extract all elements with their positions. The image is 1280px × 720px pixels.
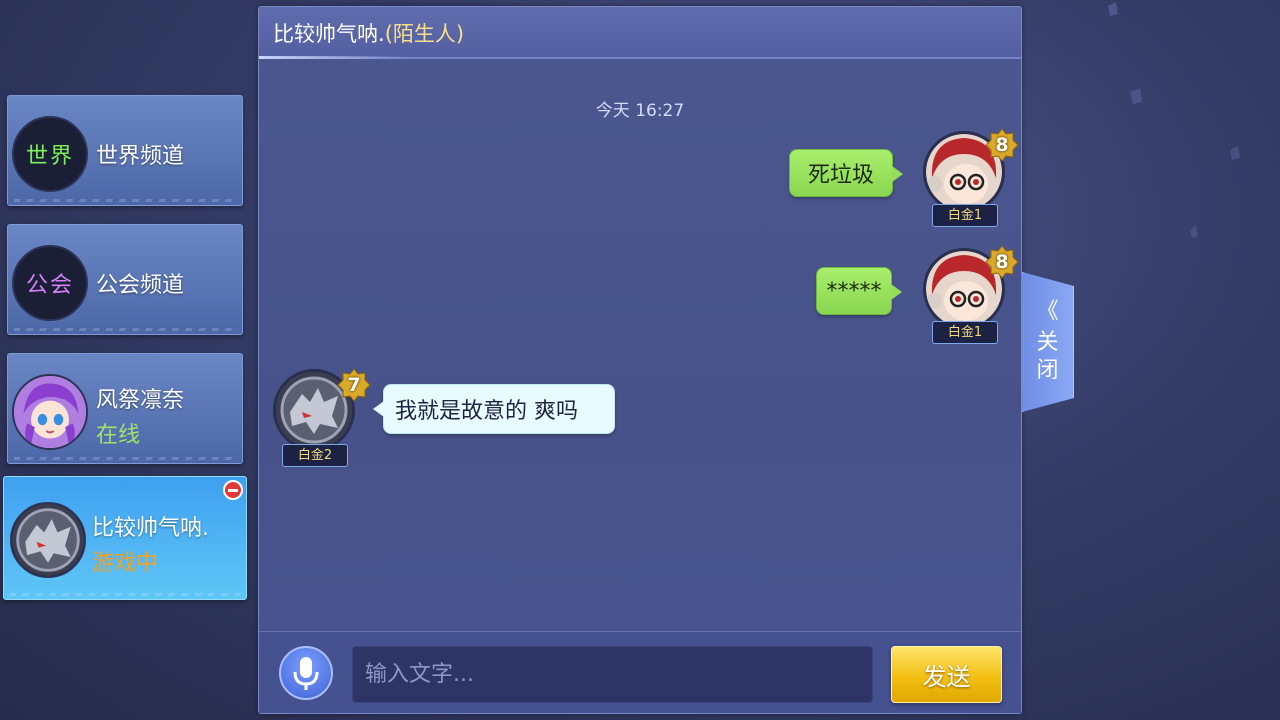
avatar: [12, 374, 88, 450]
rank-tag: 白金2: [282, 444, 348, 467]
sidebar-item-friend-active[interactable]: 比较帅气呐. 游戏中: [3, 476, 247, 600]
chat-panel: 比较帅气呐.(陌生人) 今天 16:27 死垃圾 8 白金1 ***** 8 白…: [258, 6, 1022, 714]
level-badge: 8: [985, 128, 1019, 162]
message-timestamp: 今天 16:27: [595, 101, 685, 121]
send-button[interactable]: 发送: [891, 646, 1002, 703]
friend-status: 游戏中: [92, 551, 159, 576]
rank-tag: 白金1: [932, 321, 998, 344]
sidebar-item-guild-channel[interactable]: 公会 公会频道: [7, 224, 243, 335]
sidebar-item-label: 公会频道: [96, 273, 185, 298]
close-label: 关 闭: [1036, 330, 1059, 383]
close-panel-tab[interactable]: 《 关 闭: [1022, 272, 1074, 412]
stranger-tag: (陌生人): [384, 22, 465, 46]
message-bubble-self: 死垃圾: [789, 149, 903, 197]
world-channel-icon: 世界: [12, 116, 88, 192]
level-badge: 7: [337, 368, 371, 402]
rank-tag: 白金1: [932, 204, 998, 227]
microphone-icon: [293, 657, 319, 690]
voice-button[interactable]: [279, 646, 333, 700]
avatar: [10, 502, 86, 578]
message-input[interactable]: [352, 646, 873, 703]
message-bubble-self: *****: [816, 267, 902, 315]
friend-status: 在线: [96, 423, 141, 448]
friend-name: 比较帅气呐.: [92, 516, 209, 541]
message-bubble-other: 我就是故意的 爽吗: [373, 384, 615, 434]
level-badge: 8: [985, 245, 1019, 279]
guild-channel-icon: 公会: [12, 245, 88, 321]
remove-friend-icon[interactable]: [223, 480, 243, 500]
friend-name: 风祭凛奈: [96, 388, 185, 413]
sidebar-item-friend-fengji[interactable]: 风祭凛奈 在线: [7, 353, 243, 464]
input-bar: 发送: [259, 631, 1021, 713]
sidebar-item-world-channel[interactable]: 世界 世界频道: [7, 95, 243, 206]
chat-header: 比较帅气呐.(陌生人): [259, 7, 1021, 59]
chat-partner-name: 比较帅气呐.: [273, 22, 385, 46]
chevron-left-icon: 《: [1036, 299, 1059, 324]
sidebar-item-label: 世界频道: [96, 144, 185, 169]
page-title: 比较帅气呐.(陌生人): [273, 18, 464, 48]
